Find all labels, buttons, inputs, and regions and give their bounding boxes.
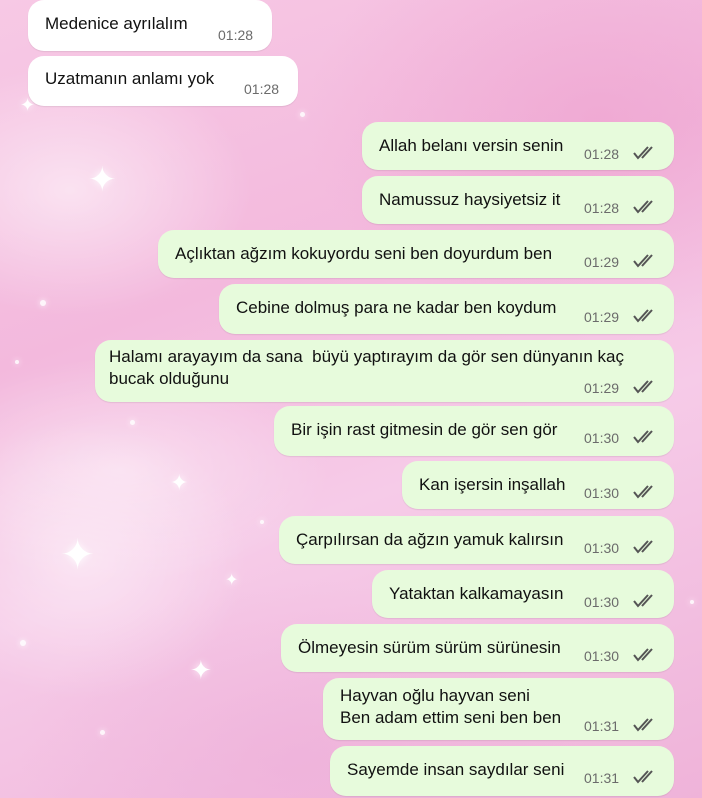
message-text: Medenice ayrılalım [45, 14, 188, 33]
message-text: Uzatmanın anlamı yok [45, 69, 215, 88]
sparkle-icon: ✦ [60, 531, 96, 578]
read-double-check-icon [632, 717, 658, 733]
message-text: Çarpılırsan da ağzın yamuk kalırsın [296, 530, 564, 549]
message-time: 01:29 [584, 309, 620, 325]
sparkle-icon: ✦ [225, 572, 239, 589]
read-double-check-icon [632, 145, 658, 161]
sparkle-icon: ✦ [88, 161, 117, 199]
sparkle-icon: ✦ [190, 655, 212, 685]
outgoing-message[interactable]: Çarpılırsan da ağzın yamuk kalırsın 01:3… [279, 516, 674, 564]
message-text: Kan işersin inşallah [419, 475, 566, 494]
message-text: Cebine dolmuş para ne kadar ben koydum [236, 298, 557, 317]
message-time: 01:30 [584, 540, 620, 556]
read-double-check-icon [632, 308, 658, 324]
message-text: Yataktan kalkamayasın [389, 584, 564, 603]
message-text: Bir işin rast gitmesin de gör sen gör [291, 420, 558, 439]
sparkle-icon: ✦ [170, 470, 189, 495]
message-text: Hayvan oğlu hayvan seni Ben adam ettim s… [340, 686, 562, 727]
message-time: 01:28 [244, 81, 280, 97]
outgoing-message[interactable]: Açlıktan ağzım kokuyordu seni ben doyurd… [158, 230, 674, 278]
message-text: Halamı arayayım da sana büyü yaptırayım … [109, 347, 624, 388]
message-time: 01:31 [584, 770, 620, 786]
read-double-check-icon [632, 647, 658, 663]
outgoing-message[interactable]: Kan işersin inşallah 01:30 [402, 461, 674, 509]
outgoing-message[interactable]: Halamı arayayım da sana büyü yaptırayım … [95, 340, 674, 402]
message-time: 01:28 [584, 200, 620, 216]
message-time: 01:30 [584, 648, 620, 664]
incoming-message[interactable]: Medenice ayrılalım 01:28 [28, 0, 272, 51]
message-text: Sayemde insan saydılar seni [347, 760, 565, 779]
message-time: 01:28 [584, 146, 620, 162]
outgoing-message[interactable]: Allah belanı versin senin 01:28 [362, 122, 674, 170]
read-double-check-icon [632, 199, 658, 215]
message-time: 01:30 [584, 485, 620, 501]
outgoing-message[interactable]: Sayemde insan saydılar seni 01:31 [330, 746, 674, 796]
read-double-check-icon [632, 769, 658, 785]
message-time: 01:29 [584, 254, 620, 270]
read-double-check-icon [632, 539, 658, 555]
read-double-check-icon [632, 253, 658, 269]
message-time: 01:28 [218, 27, 254, 43]
message-text: Açlıktan ağzım kokuyordu seni ben doyurd… [175, 244, 553, 263]
outgoing-message[interactable]: Hayvan oğlu hayvan seni Ben adam ettim s… [323, 678, 674, 740]
outgoing-message[interactable]: Ölmeyesin sürüm sürüm sürünesin 01:30 [281, 624, 674, 672]
message-text: Namussuz haysiyetsiz it [379, 190, 561, 209]
outgoing-message[interactable]: Bir işin rast gitmesin de gör sen gör 01… [274, 406, 674, 456]
read-double-check-icon [632, 429, 658, 445]
message-time: 01:30 [584, 594, 620, 610]
read-double-check-icon [632, 593, 658, 609]
read-double-check-icon [632, 484, 658, 500]
message-text: Ölmeyesin sürüm sürüm sürünesin [298, 638, 561, 657]
read-double-check-icon [632, 379, 658, 395]
incoming-message[interactable]: Uzatmanın anlamı yok 01:28 [28, 56, 298, 106]
message-time: 01:30 [584, 430, 620, 446]
outgoing-message[interactable]: Namussuz haysiyetsiz it 01:28 [362, 176, 674, 224]
message-text: Allah belanı versin senin [379, 136, 564, 155]
outgoing-message[interactable]: Cebine dolmuş para ne kadar ben koydum 0… [219, 284, 674, 334]
message-time: 01:31 [584, 718, 620, 734]
message-time: 01:29 [584, 380, 620, 396]
outgoing-message[interactable]: Yataktan kalkamayasın 01:30 [372, 570, 674, 618]
